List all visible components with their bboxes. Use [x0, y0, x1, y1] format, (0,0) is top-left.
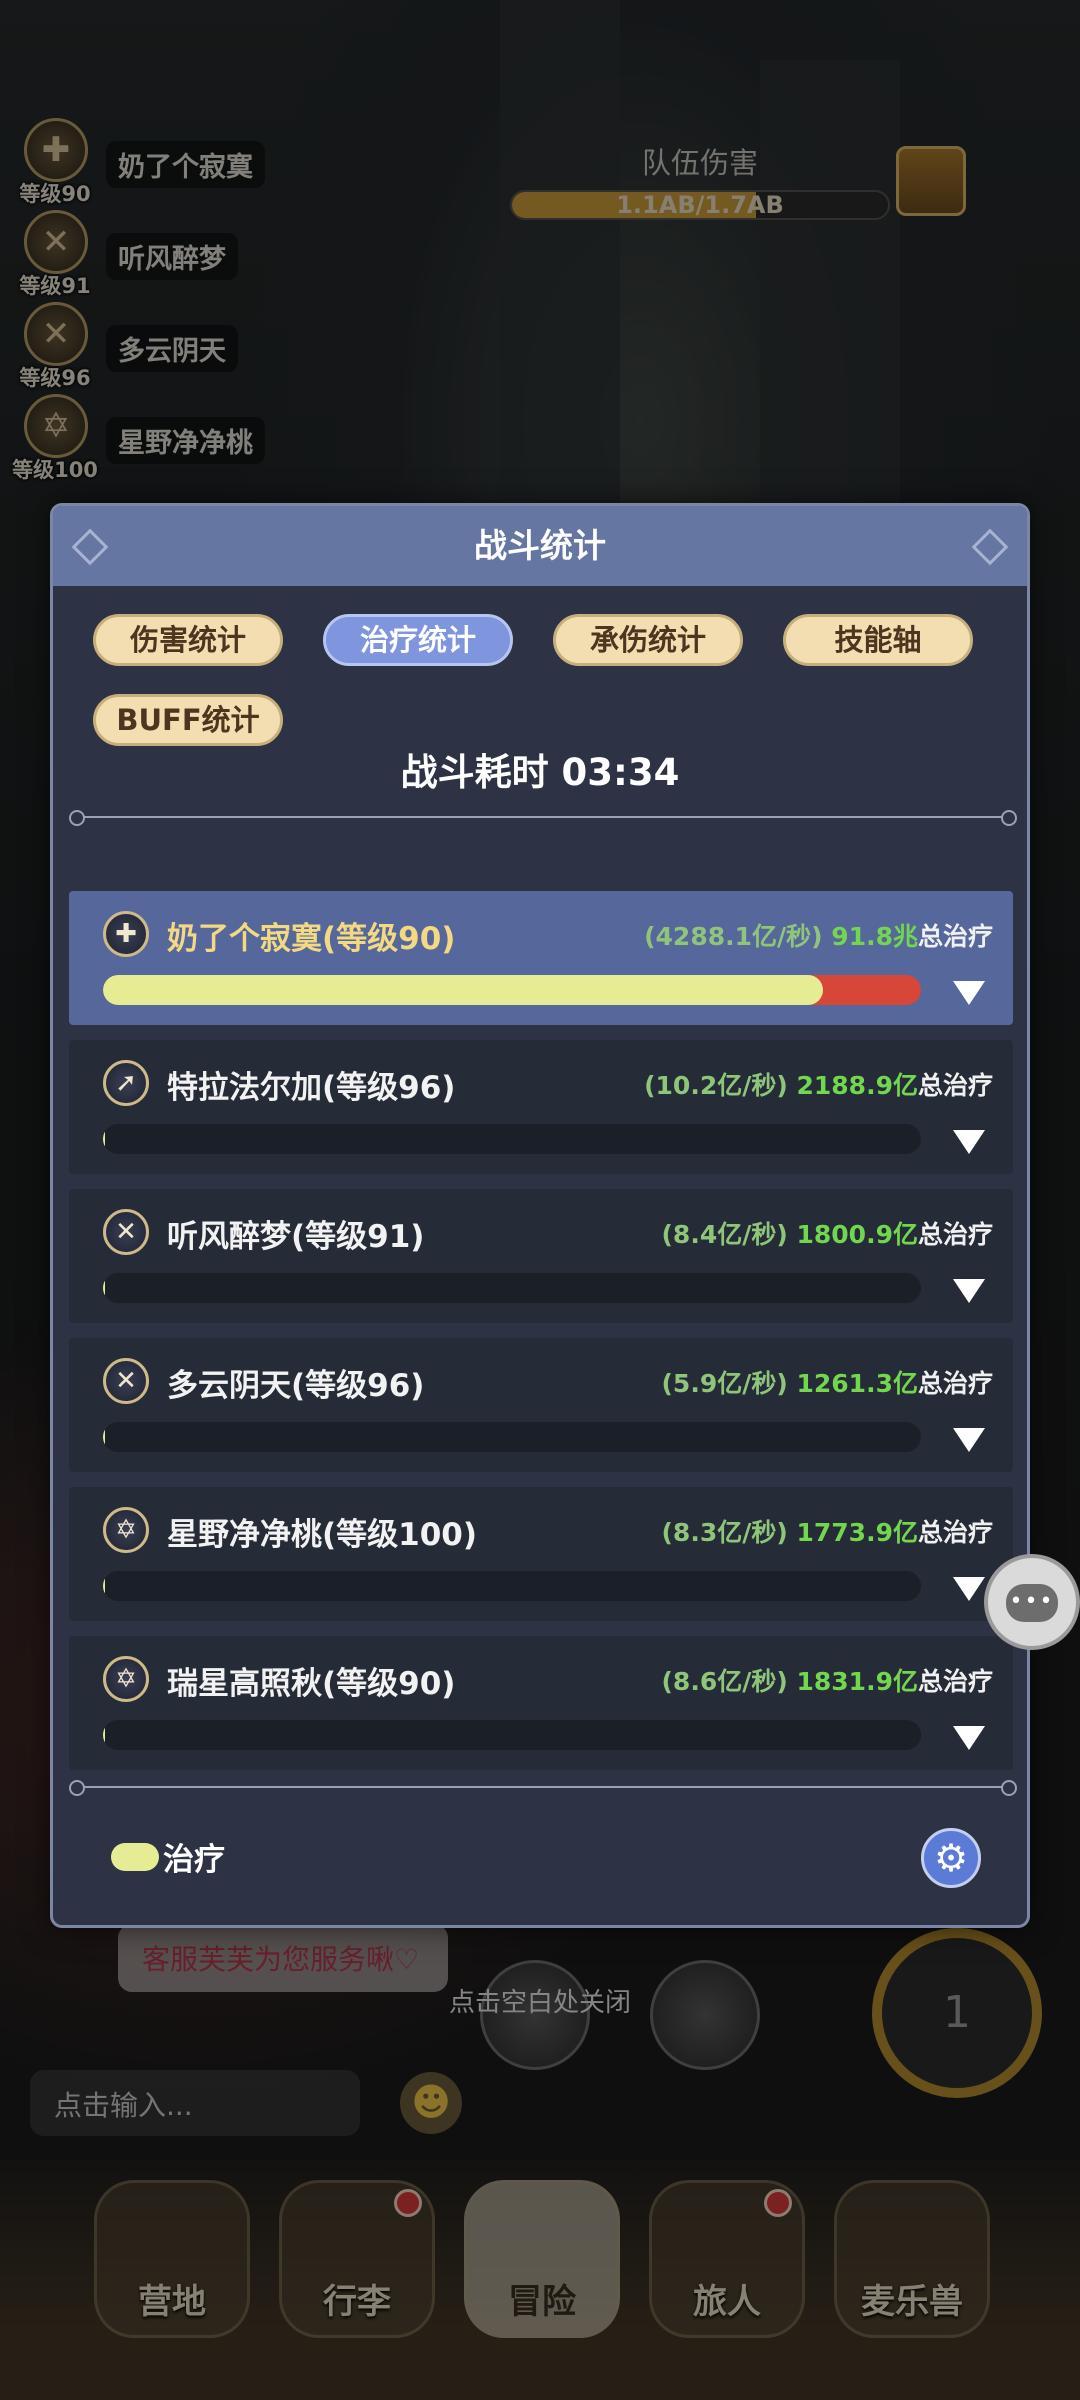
expand-arrow-icon[interactable]	[953, 1428, 985, 1452]
expand-arrow-icon[interactable]	[953, 1726, 985, 1750]
heal-total: 1831.9亿	[796, 1667, 918, 1696]
player-name: 听风醉梦(等级91)	[167, 1219, 425, 1255]
heal-bar	[103, 1273, 921, 1303]
heal-total: 1800.9亿	[796, 1220, 918, 1249]
expand-arrow-icon[interactable]	[953, 981, 985, 1005]
diamond-ornament-icon	[971, 528, 1009, 566]
heal-total-label: 总治疗	[917, 922, 993, 951]
divider	[69, 810, 1017, 826]
heal-bar-fill	[103, 1273, 106, 1303]
heal-bar	[103, 1124, 921, 1154]
class-emblem-icon: ✚	[103, 911, 149, 957]
heal-ranking-row[interactable]: ✕ 多云阴天(等级96) (5.9亿/秒) 1261.3亿总治疗	[69, 1338, 1013, 1472]
tab-4[interactable]: BUFF统计	[93, 694, 283, 746]
heal-bar-fill	[103, 1422, 106, 1452]
heal-bar	[103, 1422, 921, 1452]
expand-arrow-icon[interactable]	[953, 1577, 985, 1601]
legend: 治疗	[111, 1834, 225, 1879]
heal-stats: (5.9亿/秒) 1261.3亿总治疗	[662, 1364, 994, 1400]
chat-float-icon[interactable]	[984, 1554, 1080, 1650]
player-name: 奶了个寂寞(等级90)	[167, 921, 456, 957]
heal-total-label: 总治疗	[917, 1220, 993, 1249]
heal-rate: (10.2亿/秒)	[644, 1071, 788, 1100]
heal-total: 1261.3亿	[796, 1369, 918, 1398]
heal-ranking-row[interactable]: ✡ 瑞星高照秋(等级90) (8.6亿/秒) 1831.9亿总治疗	[69, 1636, 1013, 1770]
player-name: 瑞星高照秋(等级90)	[167, 1666, 456, 1702]
diamond-ornament-icon	[71, 528, 109, 566]
modal-title: 战斗统计	[474, 526, 606, 565]
heal-total-label: 总治疗	[917, 1518, 993, 1547]
heal-stats: (4288.1亿/秒) 91.8兆总治疗	[644, 917, 993, 953]
class-emblem-icon: ✕	[103, 1209, 149, 1255]
class-emblem-icon: ✡	[103, 1656, 149, 1702]
heal-bar-fill	[103, 1720, 106, 1750]
heal-bar	[103, 1720, 921, 1750]
player-name: 特拉法尔加(等级96)	[167, 1070, 456, 1106]
heal-stats: (8.6亿/秒) 1831.9亿总治疗	[662, 1662, 994, 1698]
heal-stats: (8.4亿/秒) 1800.9亿总治疗	[662, 1215, 994, 1251]
heal-total: 1773.9亿	[796, 1518, 918, 1547]
heal-ranking-row[interactable]: ➚ 特拉法尔加(等级96) (10.2亿/秒) 2188.9亿总治疗	[69, 1040, 1013, 1174]
heal-ranking-row[interactable]: ✕ 听风醉梦(等级91) (8.4亿/秒) 1800.9亿总治疗	[69, 1189, 1013, 1323]
heal-total-label: 总治疗	[917, 1369, 993, 1398]
heal-rate: (8.4亿/秒)	[661, 1220, 788, 1249]
legend-label: 治疗	[163, 1842, 225, 1878]
tab-0[interactable]: 伤害统计	[93, 614, 283, 666]
modal-header: 战斗统计	[53, 506, 1027, 586]
player-name: 多云阴天(等级96)	[167, 1368, 425, 1404]
heal-rate: (8.6亿/秒)	[661, 1667, 788, 1696]
stats-tabs: 伤害统计 治疗统计 承伤统计 技能轴 BUFF统计	[53, 586, 1027, 746]
heal-total: 91.8兆	[831, 922, 918, 951]
heal-rate: (5.9亿/秒)	[661, 1369, 788, 1398]
heal-stats: (8.3亿/秒) 1773.9亿总治疗	[662, 1513, 994, 1549]
heal-ranking-row[interactable]: ✡ 星野净净桃(等级100) (8.3亿/秒) 1773.9亿总治疗	[69, 1487, 1013, 1621]
heal-ranking-row[interactable]: ✚ 奶了个寂寞(等级90) (4288.1亿/秒) 91.8兆总治疗	[69, 891, 1013, 1025]
heal-bar-fill	[103, 975, 823, 1005]
legend-swatch	[111, 1842, 159, 1871]
tab-2[interactable]: 承伤统计	[553, 614, 743, 666]
battle-stats-modal: 战斗统计 伤害统计 治疗统计 承伤统计 技能轴 BUFF统计 战斗耗时 03:34 ✚ …	[50, 503, 1030, 1928]
heal-bar	[103, 1571, 921, 1601]
heal-stats: (10.2亿/秒) 2188.9亿总治疗	[644, 1066, 993, 1102]
heal-rate: (4288.1亿/秒)	[644, 922, 823, 951]
expand-arrow-icon[interactable]	[953, 1279, 985, 1303]
heal-bar-fill	[103, 1124, 106, 1154]
heal-total-label: 总治疗	[917, 1667, 993, 1696]
tab-3[interactable]: 技能轴	[783, 614, 973, 666]
divider	[69, 1780, 1017, 1796]
expand-arrow-icon[interactable]	[953, 1130, 985, 1154]
player-name: 星野净净桃(等级100)	[167, 1517, 478, 1553]
heal-total: 2188.9亿	[796, 1071, 918, 1100]
heal-bar	[103, 975, 921, 1005]
class-emblem-icon: ✕	[103, 1358, 149, 1404]
battle-duration: 战斗耗时 03:34	[400, 751, 680, 794]
settings-gear-icon[interactable]: ⚙	[921, 1828, 981, 1888]
heal-rate: (8.3亿/秒)	[661, 1518, 788, 1547]
class-emblem-icon: ➚	[103, 1060, 149, 1106]
class-emblem-icon: ✡	[103, 1507, 149, 1553]
heal-bar-fill	[103, 1571, 106, 1601]
heal-total-label: 总治疗	[917, 1071, 993, 1100]
tab-1[interactable]: 治疗统计	[323, 614, 513, 666]
